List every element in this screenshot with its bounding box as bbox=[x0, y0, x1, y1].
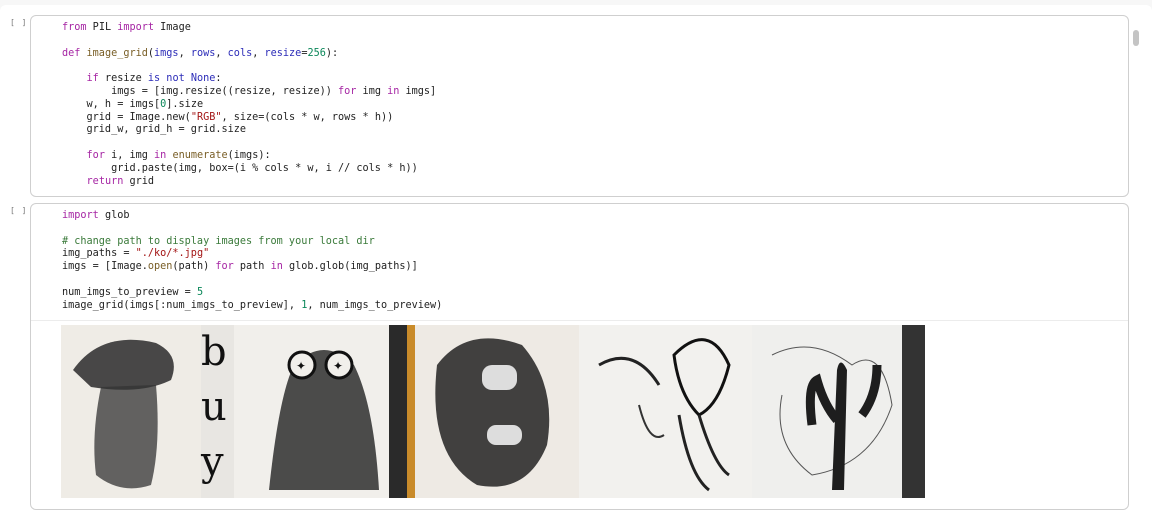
code-line: return grid bbox=[62, 176, 436, 189]
code-token: import bbox=[111, 22, 155, 33]
code-line: if resize is not None: bbox=[62, 73, 436, 86]
code-line: grid_w, grid_h = grid.size bbox=[62, 124, 436, 137]
code-token: open bbox=[147, 261, 173, 273]
code-line: image_grid(imgs[:num_imgs_to_preview], 1… bbox=[62, 300, 442, 313]
code-token: grid bbox=[123, 175, 155, 187]
code-token: : bbox=[215, 73, 222, 85]
code-token: def bbox=[62, 47, 81, 59]
svg-text:✦: ✦ bbox=[296, 359, 306, 373]
code-token: is not None bbox=[147, 73, 216, 85]
code-token: image_grid(imgs[:num_imgs_to_preview], bbox=[62, 299, 302, 311]
code-token: , bbox=[178, 47, 191, 59]
code-token: glob.glob(img_paths)] bbox=[282, 261, 418, 273]
code-line: imgs = [img.resize((resize, resize)) for… bbox=[62, 86, 436, 99]
code-token: return bbox=[86, 175, 124, 187]
code-token: "RGB" bbox=[190, 111, 222, 123]
code-token: Image bbox=[154, 22, 191, 33]
code-token: resize bbox=[98, 73, 148, 85]
code-token: img bbox=[356, 85, 388, 97]
code-line: img_paths = "./ko/*.jpg" bbox=[62, 248, 442, 261]
output-image: ✦ ✦ bbox=[233, 325, 407, 498]
code-line: import glob bbox=[62, 210, 442, 223]
code-line: from PIL import Image bbox=[62, 22, 436, 35]
output-image bbox=[752, 325, 925, 498]
code-token: , num_imgs_to_preview) bbox=[307, 299, 443, 311]
output-image bbox=[579, 325, 753, 498]
code-line: for i, img in enumerate(imgs): bbox=[62, 150, 436, 163]
code-token: for bbox=[215, 261, 234, 273]
code-token: ): bbox=[325, 47, 339, 59]
code-line: def image_grid(imgs, rows, cols, resize=… bbox=[62, 48, 436, 61]
svg-text:b: b bbox=[201, 329, 227, 375]
code-token: i, img bbox=[104, 149, 155, 161]
scrollbar[interactable] bbox=[1133, 30, 1139, 46]
code-token: 256 bbox=[307, 47, 326, 59]
code-token: grid_w, grid_h = grid.size bbox=[62, 124, 247, 136]
code-token: imgs = [img.resize bbox=[62, 85, 222, 97]
code-token: for bbox=[331, 85, 357, 97]
code-line: num_imgs_to_preview = 5 bbox=[62, 287, 442, 300]
code-token: num_imgs_to_preview = bbox=[62, 286, 197, 298]
code-line: grid = Image.new("RGB", size=(cols * w, … bbox=[62, 112, 436, 125]
code-token: w, h = imgs[ bbox=[62, 98, 161, 110]
code-token: grid = Image.new( bbox=[62, 111, 191, 123]
code-token: if bbox=[86, 73, 99, 85]
code-token: ((resize, resize)) bbox=[221, 85, 332, 97]
code-token: in bbox=[270, 261, 283, 273]
code-token: imgs] bbox=[399, 85, 437, 97]
code-line: w, h = imgs[0].size bbox=[62, 99, 436, 112]
code-editor-1[interactable]: from PIL import Image def image_grid(imgs… bbox=[62, 22, 436, 188]
code-line: imgs = [Image.open(path) for path in glo… bbox=[62, 261, 442, 274]
code-token: 5 bbox=[196, 286, 204, 298]
code-token: from bbox=[62, 22, 87, 33]
code-token: image_grid bbox=[80, 47, 148, 59]
code-line: grid.paste(img, box=(i % cols * w, i // … bbox=[62, 163, 436, 176]
code-token: , bbox=[252, 47, 265, 59]
code-editor-2[interactable]: import glob # change path to display imag… bbox=[62, 210, 442, 312]
code-token: grid.paste(img, box=(i % cols * w, i // … bbox=[62, 162, 418, 174]
code-token: , bbox=[215, 47, 228, 59]
code-token: "./ko/*.jpg" bbox=[135, 248, 210, 260]
notebook-page: [ ] from PIL import Image def image_grid(… bbox=[0, 5, 1152, 516]
code-token: (imgs): bbox=[227, 149, 271, 161]
code-token: in bbox=[154, 149, 167, 161]
svg-text:✦: ✦ bbox=[333, 359, 343, 373]
code-token: PIL bbox=[86, 22, 112, 33]
code-token: glob bbox=[98, 210, 130, 221]
code-token: rows bbox=[190, 47, 216, 59]
svg-text:u: u bbox=[201, 384, 227, 430]
code-token: ].size bbox=[166, 98, 204, 110]
svg-text:y: y bbox=[200, 439, 224, 485]
code-token: # change path to display images from you… bbox=[62, 235, 375, 247]
code-token: img_paths = bbox=[62, 248, 136, 260]
cell-prompt[interactable]: [ ] bbox=[10, 18, 27, 27]
output-separator bbox=[31, 320, 1128, 321]
code-token: enumerate bbox=[166, 149, 228, 161]
code-token: path bbox=[233, 261, 271, 273]
code-token: import bbox=[62, 210, 99, 221]
code-cell-2[interactable]: import glob # change path to display imag… bbox=[30, 203, 1129, 510]
code-token: resize bbox=[264, 47, 302, 59]
code-token: cols bbox=[227, 47, 253, 59]
output-image: b u y bbox=[61, 325, 234, 498]
code-token: in bbox=[387, 85, 400, 97]
code-token: (path) bbox=[172, 261, 216, 273]
code-token: for bbox=[86, 149, 105, 161]
code-token: , size=(cols * w, rows * h)) bbox=[221, 111, 394, 123]
code-token: imgs = [Image. bbox=[62, 261, 148, 273]
code-cell-1[interactable]: from PIL import Image def image_grid(imgs… bbox=[30, 15, 1129, 197]
code-line: # change path to display images from you… bbox=[62, 236, 442, 249]
code-token: imgs bbox=[154, 47, 179, 59]
output-image-grid: b u y ✦ ✦ bbox=[61, 325, 925, 498]
cell-prompt[interactable]: [ ] bbox=[10, 206, 27, 215]
output-image bbox=[406, 325, 580, 498]
